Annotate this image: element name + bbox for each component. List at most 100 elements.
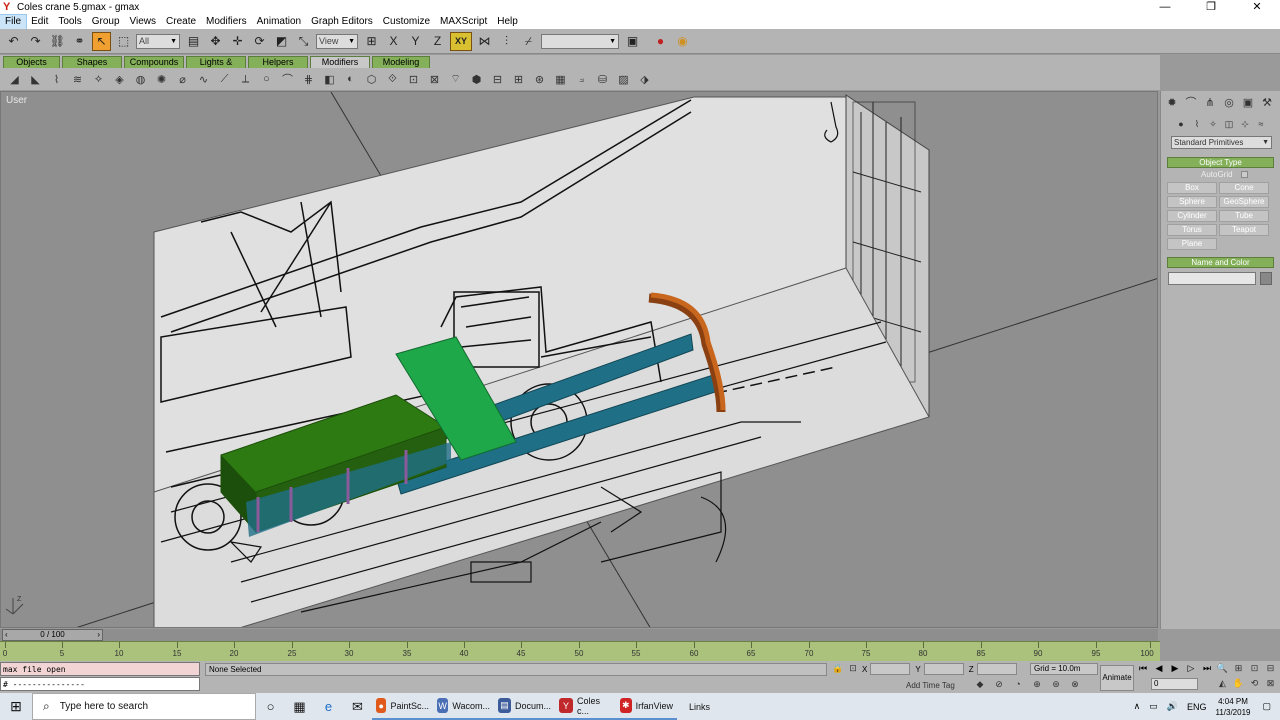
relax-icon[interactable]: ✺	[153, 71, 170, 88]
selection-filter-dropdown[interactable]: All ▼	[136, 33, 180, 49]
teapot-button[interactable]: Teapot	[1219, 224, 1269, 236]
noise-icon[interactable]: ≋	[69, 71, 86, 88]
reference-coordinate-dropdown[interactable]: View ▼	[316, 33, 358, 49]
lock-selection-icon[interactable]: 🔒	[832, 663, 844, 675]
go-to-start-icon[interactable]: ⏮	[1136, 663, 1150, 675]
snap-icon[interactable]: ▣	[623, 32, 642, 51]
previous-frame-icon[interactable]: ‹	[5, 630, 8, 640]
tab-lights-cameras[interactable]: Lights & Cameras	[186, 56, 246, 78]
go-to-end-icon[interactable]: ⏭	[1200, 663, 1214, 675]
sphere-button[interactable]: Sphere	[1167, 196, 1217, 208]
autogrid-checkbox[interactable]	[1240, 171, 1248, 178]
twist-icon[interactable]: ⌇	[48, 71, 65, 88]
taskbar-search-box[interactable]: ⌕ Type here to search	[32, 693, 256, 720]
degradation-icon[interactable]: ⊛	[1049, 679, 1063, 692]
shapes-icon[interactable]: ⌇	[1189, 117, 1205, 131]
category-dropdown[interactable]: Standard Primitives ▼	[1171, 136, 1272, 149]
cylinder-button[interactable]: Cylinder	[1167, 210, 1217, 222]
angle-snap-icon[interactable]: ⊘	[992, 679, 1006, 692]
taskbar-app-paintshop[interactable]: ● PaintSc...	[372, 693, 433, 720]
menu-tools[interactable]: Tools	[53, 15, 86, 29]
percent-snap-icon[interactable]: ◔	[1011, 679, 1025, 692]
maxscript-listener-output[interactable]: max file open	[0, 662, 200, 676]
select-and-link-icon[interactable]: ⛓	[48, 32, 67, 51]
named-selection-dropdown[interactable]: ▼	[541, 33, 619, 49]
spinner-snap-icon[interactable]: ⊕	[1030, 679, 1044, 692]
mail-icon[interactable]: ✉	[343, 693, 372, 720]
maxscript-listener-input[interactable]: # ---------------	[0, 677, 200, 691]
tab-modeling[interactable]: Modeling	[372, 56, 430, 68]
material-editor-icon[interactable]: ●	[651, 32, 670, 51]
torus-button[interactable]: Torus	[1167, 224, 1217, 236]
skew-icon[interactable]: ⟋	[216, 71, 233, 88]
menu-customize[interactable]: Customize	[378, 15, 435, 29]
select-object-icon[interactable]: ↖	[92, 31, 111, 51]
edit-mesh-icon[interactable]: ▨	[615, 71, 632, 88]
display-tab-icon[interactable]: ▣	[1239, 94, 1257, 110]
zoom-extents-all-icon[interactable]: ⊟	[1263, 663, 1278, 675]
hierarchy-tab-icon[interactable]: ⋔	[1201, 94, 1219, 110]
snap-toggle-icon[interactable]: ◆	[973, 679, 987, 692]
meshsmooth-icon[interactable]: ⬢	[468, 71, 485, 88]
scale-icon[interactable]: ◩	[272, 32, 291, 51]
symmetry-icon[interactable]: ⟓	[573, 71, 590, 88]
xform-icon[interactable]: ⬡	[363, 71, 380, 88]
perspective-viewport[interactable]: Z User	[0, 91, 1158, 628]
track-bar[interactable]: 0 5 10 15 20 25 30 35 40 45 50 55 60 65 …	[0, 641, 1160, 661]
menu-graph-editors[interactable]: Graph Editors	[306, 15, 378, 29]
window-crossing-icon[interactable]: ⊗	[1068, 679, 1082, 692]
object-color-swatch[interactable]	[1260, 272, 1272, 285]
helpers-icon[interactable]: ⊹	[1237, 117, 1253, 131]
spacing-icon[interactable]: ⌿	[519, 32, 538, 51]
mirror-mod-icon[interactable]: ◧	[321, 71, 338, 88]
tab-shapes[interactable]: Shapes	[62, 56, 122, 68]
stl-check-icon[interactable]: ⊞	[510, 71, 527, 88]
tube-button[interactable]: Tube	[1219, 210, 1269, 222]
next-frame-icon[interactable]: ›	[97, 630, 100, 640]
pivot-center-icon[interactable]: ⊞	[362, 32, 381, 51]
cap-holes-icon[interactable]: ⊛	[531, 71, 548, 88]
spherify-icon[interactable]: ○	[258, 71, 275, 88]
menu-edit[interactable]: Edit	[26, 15, 53, 29]
cone-button[interactable]: Cone	[1219, 182, 1269, 194]
zoom-all-icon[interactable]: ⊞	[1231, 663, 1246, 675]
constrain-z-icon[interactable]: Z	[428, 32, 447, 51]
plane-button[interactable]: Plane	[1167, 238, 1217, 250]
input-language[interactable]: ENG	[1187, 702, 1207, 712]
time-slider[interactable]: ‹ 0 / 100 ›	[0, 629, 1158, 641]
undo-icon[interactable]: ↶	[4, 32, 23, 51]
time-slider-knob[interactable]: ‹ 0 / 100 ›	[2, 629, 103, 641]
z-coordinate-field[interactable]	[976, 663, 1017, 675]
geometry-icon[interactable]: ●	[1173, 117, 1189, 131]
minimize-button[interactable]: —	[1142, 0, 1188, 15]
pan-icon[interactable]: ✋	[1231, 678, 1246, 690]
motion-tab-icon[interactable]: ◎	[1220, 94, 1238, 110]
mirror-icon[interactable]: ⋈	[475, 32, 494, 51]
render-icon[interactable]: ◉	[673, 32, 692, 51]
select-by-name-icon[interactable]: ▤	[184, 32, 203, 51]
edge-icon[interactable]: e	[314, 693, 343, 720]
menu-create[interactable]: Create	[161, 15, 201, 29]
unwrap-icon[interactable]: ⊠	[426, 71, 443, 88]
task-view-icon[interactable]: ○	[256, 693, 285, 720]
field-of-view-icon[interactable]: ◭	[1215, 678, 1230, 690]
modify-tab-icon[interactable]: ⌒	[1182, 94, 1200, 110]
viewport-label[interactable]: User	[6, 95, 27, 106]
affect-region-icon[interactable]: ⌒	[279, 71, 296, 88]
volume-icon[interactable]: 🔊	[1167, 701, 1178, 712]
squeeze-icon[interactable]: ◈	[111, 71, 128, 88]
vertex-weld-icon[interactable]: ▦	[552, 71, 569, 88]
create-tab-icon[interactable]: ✹	[1163, 94, 1181, 110]
taskbar-app-documents[interactable]: ▤ Docum...	[494, 693, 555, 720]
previous-frame-button-icon[interactable]: ◀	[1152, 663, 1166, 675]
menu-animation[interactable]: Animation	[252, 15, 306, 29]
tessellate-icon[interactable]: ⊟	[489, 71, 506, 88]
menu-modifiers[interactable]: Modifiers	[201, 15, 252, 29]
taskbar-clock[interactable]: 4:04 PM 11/3/2019	[1215, 696, 1250, 718]
smooth-icon[interactable]: ⌔	[447, 71, 464, 88]
zoom-icon[interactable]: 🔍	[1215, 663, 1230, 675]
y-coordinate-field[interactable]	[923, 663, 964, 675]
links-toolbar[interactable]: Links	[685, 693, 714, 720]
push-icon[interactable]: ◍	[132, 71, 149, 88]
play-icon[interactable]: ▶	[1168, 663, 1182, 675]
